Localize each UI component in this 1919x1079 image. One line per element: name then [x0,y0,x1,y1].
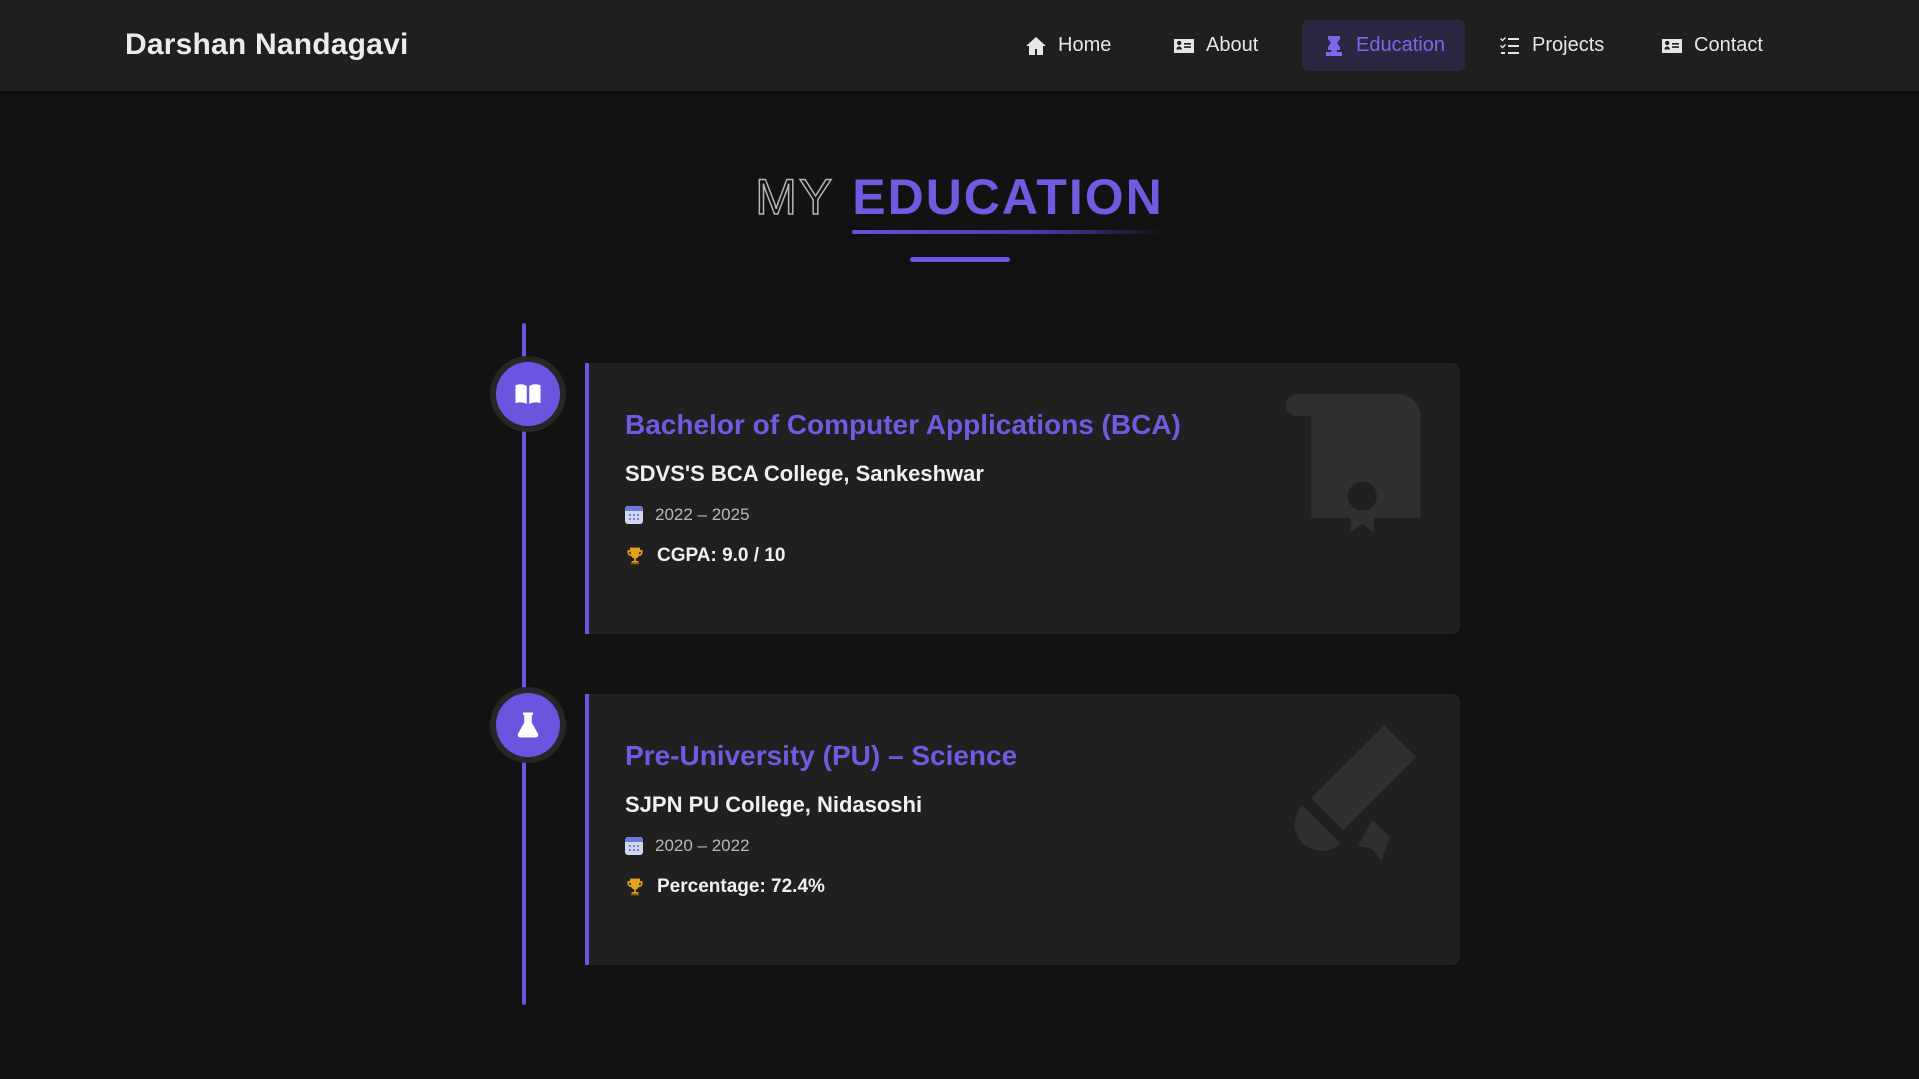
years-row: 2022 – 2025 [625,505,750,525]
list-icon [1500,36,1519,54]
calendar-icon [625,837,643,855]
nav-item-label: Home [1058,34,1112,56]
nav-item-label: Education [1356,34,1445,56]
nav-item-projects[interactable]: Projects [1478,20,1624,71]
brand-name[interactable]: Darshan Nandagavi [125,28,409,62]
nav-item-about[interactable]: About [1152,20,1278,71]
timeline-marker-bca [496,362,560,426]
nav-item-label: About [1206,34,1259,56]
nav-item-education[interactable]: Education [1302,20,1465,71]
home-icon [1026,36,1046,55]
nav-item-contact[interactable]: Contact [1640,20,1783,71]
book-open-icon [515,384,541,404]
graduate-icon [1326,35,1342,56]
title-prefix: MY [754,168,835,226]
score-text: Percentage: 72.4% [657,876,825,897]
certificate-icon [1280,387,1430,547]
score-row: CGPA: 9.0 / 10 [625,545,785,567]
flask-icon [517,712,539,738]
calendar-icon [625,506,643,524]
years-text: 2020 – 2022 [655,836,750,855]
navbar: Darshan Nandagavi Home About Education P… [0,0,1919,91]
nav-item-label: Projects [1532,34,1605,56]
years-row: 2020 – 2022 [625,836,750,856]
trophy-icon [627,547,643,565]
scroll-icon [1280,718,1430,878]
score-row: Percentage: 72.4% [625,876,825,898]
institute-name: SJPN PU College, Nidasoshi [625,792,923,817]
title-highlight: EDUCATION [852,169,1164,234]
section-title: MY EDUCATION [0,168,1919,234]
timeline-marker-pu [496,693,560,757]
education-card: Pre-University (PU) – Science SJPN PU Co… [585,694,1460,965]
institute-name: SDVS'S BCA College, Sankeshwar [625,461,984,486]
score-text: CGPA: 9.0 / 10 [657,545,786,566]
education-card: Bachelor of Computer Applications (BCA) … [585,363,1460,634]
years-text: 2022 – 2025 [655,505,750,524]
contact-card-icon [1662,38,1682,53]
nav-item-home[interactable]: Home [1004,20,1131,71]
trophy-icon [627,878,643,896]
degree-title: Bachelor of Computer Applications (BCA) [625,409,1181,440]
nav-item-label: Contact [1694,34,1763,56]
title-underline [910,257,1010,262]
degree-title: Pre-University (PU) – Science [625,740,1018,771]
id-card-icon [1174,38,1194,53]
